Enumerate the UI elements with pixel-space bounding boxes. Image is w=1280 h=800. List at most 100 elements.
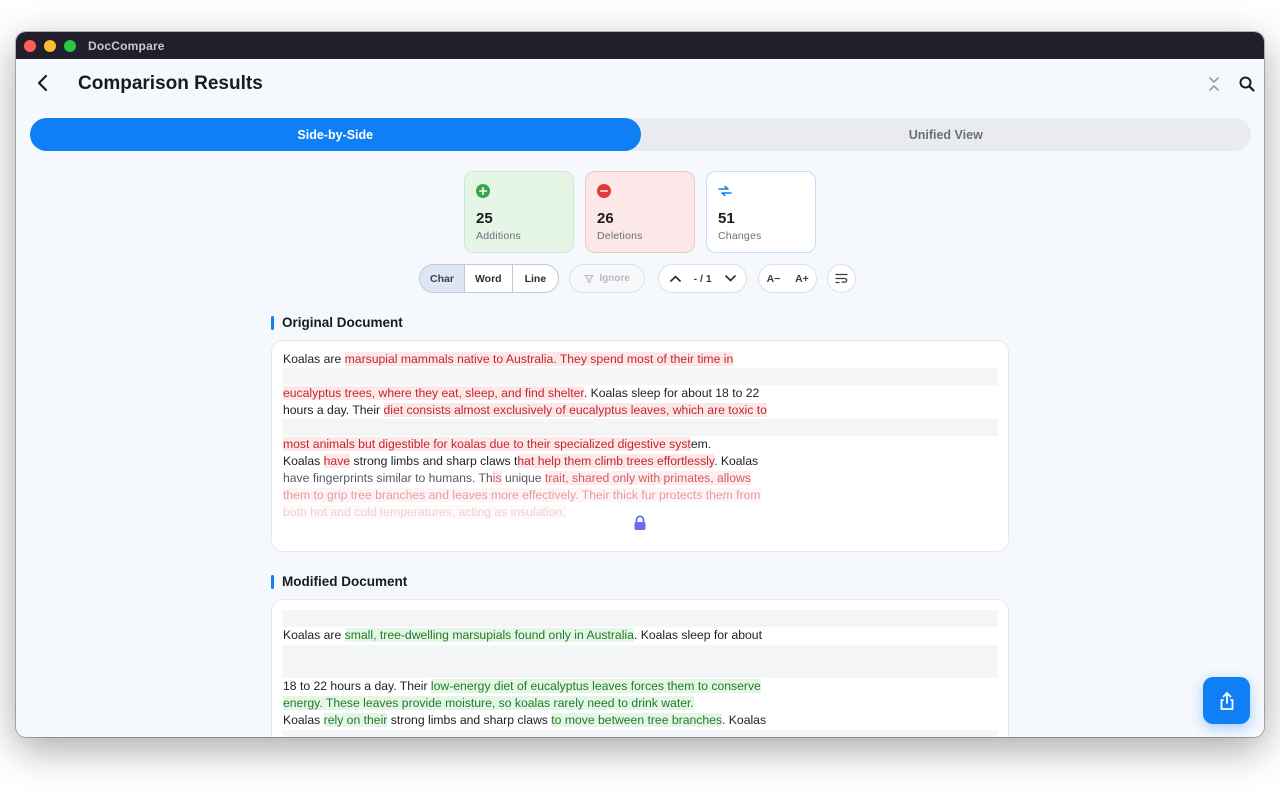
search-icon bbox=[1239, 76, 1255, 92]
app-window: DocCompare Comparison Results Side-by-Si… bbox=[16, 32, 1264, 737]
previous-change-button[interactable] bbox=[668, 272, 682, 286]
original-doc-panel[interactable]: Koalas are marsupial mammals native to A… bbox=[271, 340, 1009, 552]
text-unchanged: . Koalas bbox=[714, 454, 759, 468]
minus-circle-icon bbox=[597, 184, 611, 198]
original-line-2: eucalyptus trees, where they eat, sleep,… bbox=[283, 385, 759, 402]
text-deleted: them to grip tree branches and leaves mo… bbox=[283, 488, 761, 502]
collapse-arrows-icon bbox=[1209, 77, 1219, 91]
deletions-card: 26 Deletions bbox=[585, 171, 695, 253]
original-line-6: have fingerprints similar to humans. Thi… bbox=[283, 470, 751, 487]
changes-label: Changes bbox=[718, 230, 762, 242]
diff-gap-row bbox=[282, 730, 998, 737]
wrap-text-icon bbox=[835, 273, 848, 284]
stats-row: 25 Additions 26 Deletions 51 Changes bbox=[464, 171, 816, 253]
text-unchanged: Koalas bbox=[283, 454, 324, 468]
page-title: Comparison Results bbox=[78, 73, 263, 94]
text-added: small, tree-dwelling marsupials found on… bbox=[344, 628, 634, 642]
change-position: - / 1 bbox=[693, 272, 712, 285]
text-unchanged: . Koalas bbox=[722, 713, 767, 727]
modified-line-1: Koalas are small, tree-dwelling marsupia… bbox=[283, 627, 762, 644]
additions-count: 25 bbox=[476, 210, 493, 227]
wrap-text-button[interactable] bbox=[827, 264, 857, 293]
chevron-left-icon bbox=[37, 74, 48, 92]
text-deleted: is bbox=[492, 471, 502, 485]
close-window-button[interactable] bbox=[24, 39, 36, 52]
text-unchanged: Koalas bbox=[283, 713, 324, 727]
text-deleted: diet consists almost exclusively of euca… bbox=[383, 403, 767, 417]
diff-gap-row bbox=[282, 610, 998, 627]
original-line-8: both hot and cold temperatures, acting a… bbox=[283, 504, 566, 521]
granularity-segment: Char Word Line bbox=[419, 264, 560, 293]
changes-card: 51 Changes bbox=[706, 171, 816, 253]
collapse-button[interactable] bbox=[1203, 74, 1225, 94]
additions-card: 25 Additions bbox=[464, 171, 574, 253]
original-line-1: Koalas are marsupial mammals native to A… bbox=[283, 351, 734, 368]
header: Comparison Results bbox=[16, 59, 1264, 107]
ignore-label: Ignore bbox=[599, 273, 630, 284]
original-section-header: Original Document bbox=[271, 315, 403, 330]
text-added: rely on their bbox=[323, 713, 388, 727]
modified-line-2: 18 to 22 hours a day. Their low-energy d… bbox=[283, 678, 761, 695]
text-unchanged: em. bbox=[690, 437, 712, 451]
changes-count: 51 bbox=[718, 210, 735, 227]
search-button[interactable] bbox=[1236, 73, 1258, 95]
text-unchanged: Koalas are bbox=[283, 352, 345, 366]
back-button[interactable] bbox=[30, 71, 54, 95]
swap-arrows-icon bbox=[718, 185, 732, 197]
minimize-window-button[interactable] bbox=[44, 39, 56, 52]
modified-line-4: Koalas rely on their strong limbs and sh… bbox=[283, 712, 766, 729]
title-bar: DocCompare bbox=[16, 32, 1264, 59]
app-title: DocCompare bbox=[88, 38, 165, 53]
font-decrease-button[interactable]: A− bbox=[767, 273, 781, 285]
deletions-count: 26 bbox=[597, 210, 614, 227]
modified-section-header: Modified Document bbox=[271, 574, 407, 589]
modified-doc-panel[interactable]: Koalas are small, tree-dwelling marsupia… bbox=[271, 599, 1009, 737]
next-change-button[interactable] bbox=[723, 272, 737, 286]
text-added: low-energy diet of eucalyptus leaves for… bbox=[430, 679, 761, 693]
font-increase-button[interactable]: A+ bbox=[795, 273, 809, 285]
filter-icon bbox=[584, 274, 594, 283]
diff-gap-row bbox=[282, 368, 998, 385]
lock-icon[interactable] bbox=[633, 515, 647, 531]
text-unchanged: strong limbs and sharp claws t bbox=[350, 454, 518, 468]
tab-unified-view[interactable]: Unified View bbox=[641, 118, 1252, 151]
section-accent-bar bbox=[271, 315, 274, 330]
section-accent-bar bbox=[271, 574, 274, 589]
view-mode-segment: Side-by-Side Unified View bbox=[30, 118, 1251, 151]
text-unchanged: . Koalas sleep for about 18 to 22 bbox=[583, 386, 760, 400]
change-navigator: - / 1 bbox=[658, 264, 748, 293]
chevron-up-icon bbox=[669, 275, 681, 282]
text-deleted: have bbox=[323, 454, 351, 468]
granularity-char[interactable]: Char bbox=[420, 265, 465, 292]
text-unchanged: strong limbs and sharp claws bbox=[387, 713, 552, 727]
text-deleted: both hot and cold temperatures, acting a… bbox=[283, 505, 566, 519]
text-unchanged: unique bbox=[501, 471, 545, 485]
maximize-window-button[interactable] bbox=[64, 39, 76, 52]
share-button[interactable] bbox=[1203, 677, 1250, 724]
chevron-down-icon bbox=[724, 275, 736, 282]
text-unchanged: Koalas are bbox=[283, 628, 345, 642]
original-doc-title: Original Document bbox=[282, 315, 403, 330]
text-unchanged: hours a day. Their bbox=[283, 403, 384, 417]
text-deleted: eucalyptus trees, where they eat, sleep,… bbox=[283, 386, 584, 400]
text-added: energy. These leaves provide moisture, s… bbox=[283, 696, 694, 710]
diff-gap-row bbox=[282, 419, 998, 436]
text-added: to move between tree branches bbox=[551, 713, 723, 727]
original-line-3: hours a day. Their diet consists almost … bbox=[283, 402, 767, 419]
text-unchanged: 18 to 22 hours a day. Their bbox=[283, 679, 431, 693]
modified-line-3: energy. These leaves provide moisture, s… bbox=[283, 695, 694, 712]
original-line-4: most animals but digestible for koalas d… bbox=[283, 436, 711, 453]
deletions-label: Deletions bbox=[597, 230, 643, 242]
plus-circle-icon bbox=[476, 184, 490, 198]
share-icon bbox=[1220, 691, 1233, 710]
granularity-word[interactable]: Word bbox=[465, 265, 513, 292]
granularity-line[interactable]: Line bbox=[513, 265, 559, 292]
font-size-controls: A− A+ bbox=[758, 264, 818, 293]
text-deleted: trait, shared only with primates, allows bbox=[544, 471, 751, 485]
additions-label: Additions bbox=[476, 230, 521, 242]
original-line-7: them to grip tree branches and leaves mo… bbox=[283, 487, 761, 504]
diff-gap-row bbox=[282, 645, 998, 678]
ignore-filter-button[interactable]: Ignore bbox=[569, 264, 646, 293]
modified-doc-title: Modified Document bbox=[282, 574, 408, 589]
tab-side-by-side[interactable]: Side-by-Side bbox=[30, 118, 641, 151]
